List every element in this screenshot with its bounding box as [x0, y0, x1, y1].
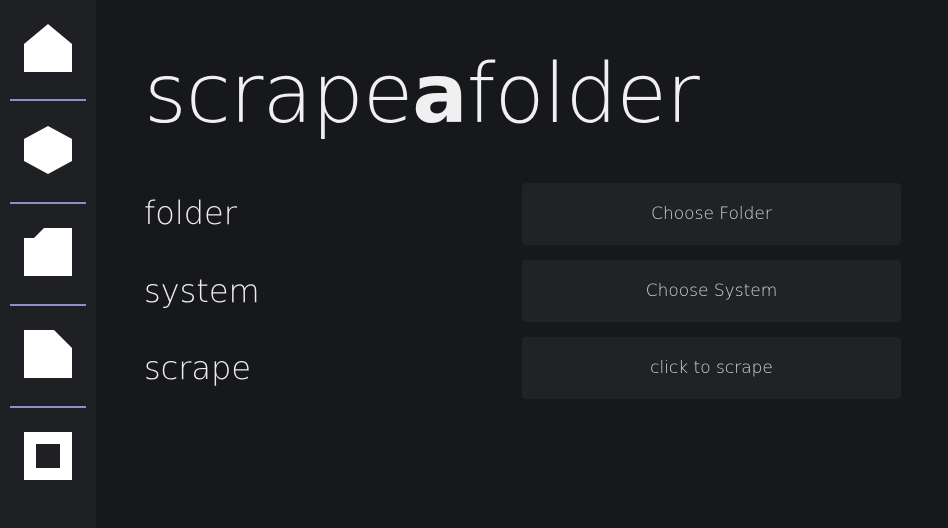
- sidebar-item-file[interactable]: [24, 330, 72, 378]
- scrape-label: scrape: [144, 349, 252, 387]
- home-icon: [24, 24, 72, 72]
- scrape-button[interactable]: click to scrape: [522, 337, 901, 399]
- title-prefix: scrape: [144, 47, 413, 142]
- sidebar: [0, 0, 96, 528]
- sidebar-item-home[interactable]: [24, 24, 72, 72]
- title-bold: a: [412, 47, 467, 142]
- folder-label: folder: [144, 194, 237, 232]
- sidebar-item-folder[interactable]: [24, 228, 72, 276]
- choose-folder-button[interactable]: Choose Folder: [522, 183, 901, 245]
- sidebar-divider: [10, 99, 86, 101]
- main-panel: scrapeafolder folder Choose Folder syste…: [96, 0, 948, 528]
- title-suffix: folder: [466, 47, 700, 142]
- app-window: scrapeafolder folder Choose Folder syste…: [0, 0, 948, 528]
- sidebar-item-hexagon[interactable]: [24, 126, 72, 174]
- sidebar-divider: [10, 304, 86, 306]
- hexagon-icon: [24, 126, 72, 174]
- sidebar-divider: [10, 406, 86, 408]
- stop-icon: [24, 432, 72, 480]
- folder-icon: [24, 228, 72, 276]
- choose-system-button[interactable]: Choose System: [522, 260, 901, 322]
- sidebar-item-stop[interactable]: [24, 432, 72, 480]
- system-label: system: [144, 272, 260, 310]
- page-title: scrapeafolder: [144, 40, 700, 150]
- file-icon: [24, 330, 72, 378]
- sidebar-divider: [10, 202, 86, 204]
